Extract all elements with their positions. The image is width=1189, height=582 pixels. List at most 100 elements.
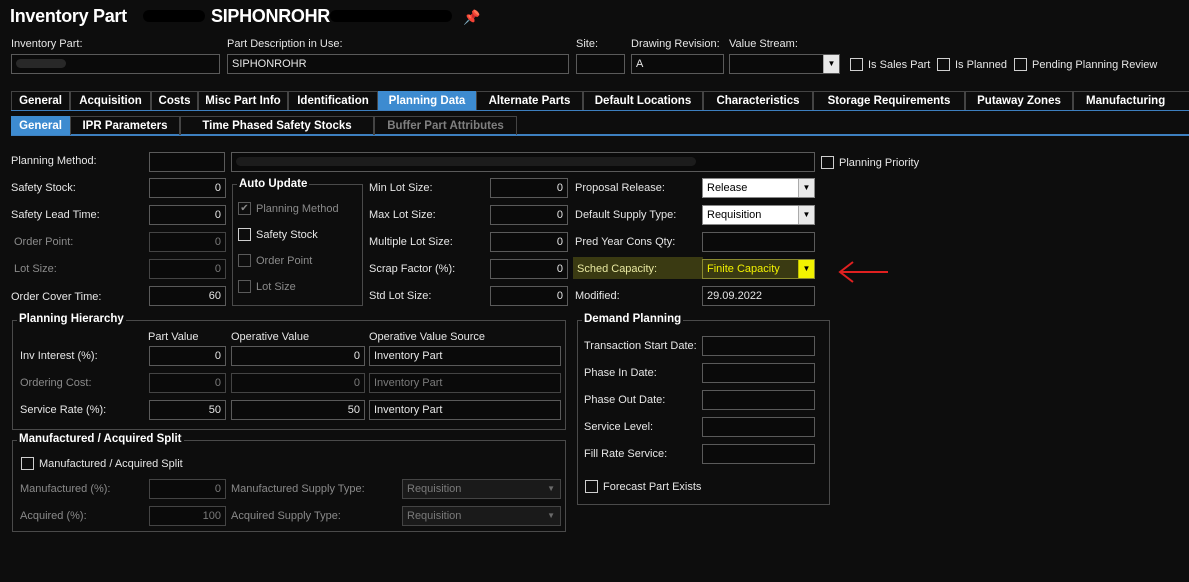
part-description-field[interactable]: SIPHONROHR	[227, 54, 569, 74]
inv-interest-label: Inv Interest (%):	[20, 350, 98, 362]
pred-year-cons-qty-label: Pred Year Cons Qty:	[575, 236, 676, 248]
auto-update-planning-method-label: Planning Method	[256, 202, 339, 215]
acquired-label: Acquired (%):	[20, 510, 87, 522]
pending-planning-review-checkbox[interactable]: Pending Planning Review	[1014, 58, 1157, 71]
safety-lead-time-label: Safety Lead Time:	[11, 209, 100, 221]
acquired-supply-type-dropdown: Requisition ▼	[402, 506, 561, 526]
tab-planning-data[interactable]: Planning Data	[378, 91, 476, 110]
modified-field: 29.09.2022	[702, 286, 815, 306]
chevron-down-icon[interactable]: ▼	[798, 179, 814, 197]
subtab-time-phased-safety-stocks[interactable]: Time Phased Safety Stocks	[180, 116, 374, 135]
inv-interest-part-field[interactable]: 0	[149, 346, 226, 366]
planning-method-description	[231, 152, 815, 172]
redacted-scribble	[143, 10, 205, 22]
proposal-release-dropdown[interactable]: Release ▼	[702, 178, 815, 198]
checkbox-icon[interactable]	[21, 457, 34, 470]
chevron-down-icon[interactable]: ▼	[798, 260, 814, 278]
tab-manufacturing-mro[interactable]: Manufacturing MRO	[1073, 91, 1189, 110]
drawing-revision-field[interactable]: A	[631, 54, 724, 74]
chevron-down-icon: ▼	[547, 484, 555, 493]
multiple-lot-size-field[interactable]: 0	[490, 232, 568, 252]
chevron-down-icon[interactable]: ▼	[823, 55, 839, 73]
auto-update-order-point: Order Point	[238, 254, 312, 267]
tab-acquisition[interactable]: Acquisition	[70, 91, 151, 110]
split-checkbox[interactable]: Manufactured / Acquired Split	[21, 457, 183, 470]
phase-in-date-field[interactable]	[702, 363, 815, 383]
auto-update-safety-stock[interactable]: Safety Stock	[238, 228, 318, 241]
is-sales-part-checkbox[interactable]: Is Sales Part	[850, 58, 930, 71]
service-level-field[interactable]	[702, 417, 815, 437]
tab-general[interactable]: General	[11, 91, 70, 110]
tab-characteristics[interactable]: Characteristics	[703, 91, 813, 110]
part-code: SIPHONROHR	[211, 6, 331, 26]
forecast-part-exists-checkbox[interactable]: Forecast Part Exists	[585, 480, 701, 493]
service-rate-part-field[interactable]: 50	[149, 400, 226, 420]
subtab-general[interactable]: General	[11, 116, 70, 135]
redacted-scribble	[330, 10, 452, 22]
pred-year-cons-qty-field[interactable]	[702, 232, 815, 252]
checkbox-icon[interactable]	[585, 480, 598, 493]
service-rate-operative-field: 50	[231, 400, 365, 420]
auto-update-order-point-label: Order Point	[256, 254, 313, 267]
chevron-down-icon[interactable]: ▼	[798, 206, 814, 224]
tab-putaway-zones[interactable]: Putaway Zones	[965, 91, 1073, 110]
phase-out-date-field[interactable]	[702, 390, 815, 410]
transaction-start-date-field[interactable]	[702, 336, 815, 356]
safety-lead-time-field[interactable]: 0	[149, 205, 226, 225]
std-lot-size-field[interactable]: 0	[490, 286, 568, 306]
checkbox-icon[interactable]	[937, 58, 950, 71]
service-rate-source-field: Inventory Part	[369, 400, 561, 420]
inventory-part-label: Inventory Part:	[11, 38, 83, 50]
pin-icon[interactable]: 📌	[463, 9, 480, 26]
inv-interest-source-field: Inventory Part	[369, 346, 561, 366]
ordering-cost-label: Ordering Cost:	[20, 377, 92, 389]
default-supply-type-dropdown[interactable]: Requisition ▼	[702, 205, 815, 225]
scrap-factor-field[interactable]: 0	[490, 259, 568, 279]
value-stream-dropdown[interactable]: ▼	[729, 54, 840, 74]
pending-planning-review-label: Pending Planning Review	[1032, 58, 1158, 71]
split-title: Manufactured / Acquired Split	[17, 433, 184, 445]
checkbox-icon	[238, 280, 251, 293]
tab-costs[interactable]: Costs	[151, 91, 198, 110]
order-cover-time-field[interactable]: 60	[149, 286, 226, 306]
modified-label: Modified:	[575, 290, 620, 302]
tab-storage-requirements[interactable]: Storage Requirements	[813, 91, 965, 110]
chevron-down-icon: ▼	[547, 511, 555, 520]
ordering-cost-part-field: 0	[149, 373, 226, 393]
std-lot-size-label: Std Lot Size:	[369, 290, 432, 302]
transaction-start-date-label: Transaction Start Date:	[584, 340, 697, 352]
tab-misc-part-info[interactable]: Misc Part Info	[198, 91, 288, 110]
tab-default-locations[interactable]: Default Locations	[583, 91, 703, 110]
planning-priority-checkbox[interactable]: Planning Priority	[821, 156, 919, 169]
manufactured-supply-type-label: Manufactured Supply Type:	[231, 483, 365, 495]
is-planned-checkbox[interactable]: Is Planned	[937, 58, 1007, 71]
col-operative-value: Operative Value	[231, 331, 310, 343]
checkbox-icon[interactable]	[238, 228, 251, 241]
service-level-label: Service Level:	[584, 421, 654, 433]
checkbox-icon[interactable]	[850, 58, 863, 71]
planning-method-field[interactable]	[149, 152, 225, 172]
planning-priority-label: Planning Priority	[839, 156, 920, 169]
max-lot-size-field[interactable]: 0	[490, 205, 568, 225]
sched-capacity-label: Sched Capacity:	[577, 263, 658, 275]
fill-rate-service-field[interactable]	[702, 444, 815, 464]
checkbox-icon[interactable]	[1014, 58, 1027, 71]
min-lot-size-field[interactable]: 0	[490, 178, 568, 198]
forecast-part-exists-label: Forecast Part Exists	[603, 480, 702, 493]
split-checkbox-label: Manufactured / Acquired Split	[39, 457, 183, 470]
max-lot-size-label: Max Lot Size:	[369, 209, 436, 221]
safety-stock-field[interactable]: 0	[149, 178, 226, 198]
subtab-buffer-part-attributes[interactable]: Buffer Part Attributes	[374, 116, 517, 135]
tab-alternate-parts[interactable]: Alternate Parts	[476, 91, 583, 110]
annotation-arrow-icon	[838, 261, 888, 283]
tab-identification[interactable]: Identification	[288, 91, 378, 110]
service-rate-label: Service Rate (%):	[20, 404, 107, 416]
site-field[interactable]	[576, 54, 625, 74]
checkbox-icon[interactable]	[821, 156, 834, 169]
lot-size-label: Lot Size:	[14, 263, 57, 275]
inventory-part-field[interactable]	[11, 54, 220, 74]
sched-capacity-dropdown[interactable]: Finite Capacity ▼	[702, 259, 815, 279]
subtab-ipr-parameters[interactable]: IPR Parameters	[70, 116, 180, 135]
multiple-lot-size-label: Multiple Lot Size:	[369, 236, 453, 248]
checkbox-icon	[238, 254, 251, 267]
